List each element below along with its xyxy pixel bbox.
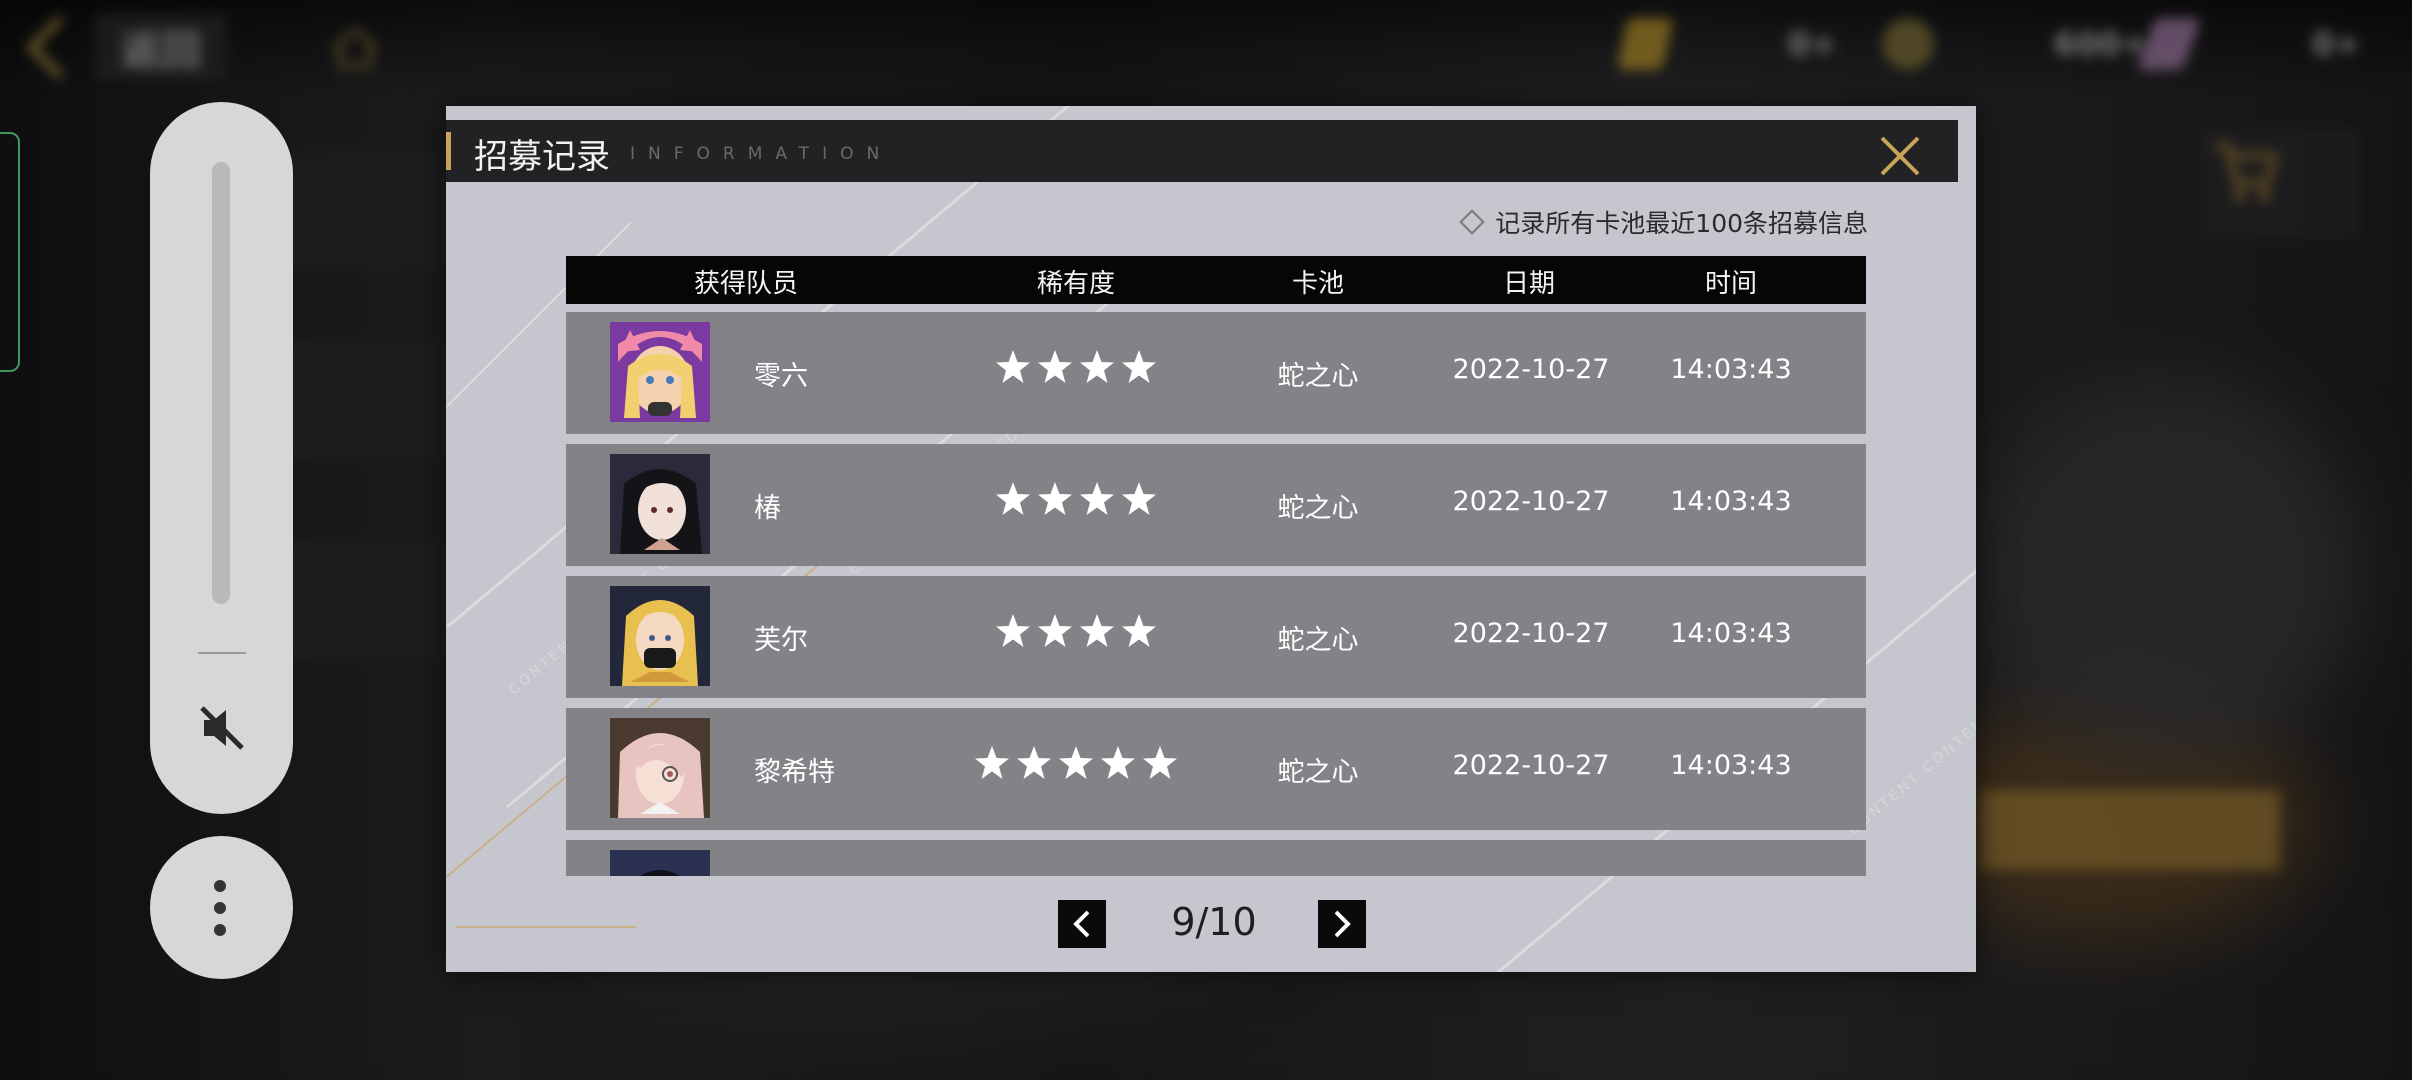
pool-name: 蛇之心: [1277, 757, 1359, 788]
dialog-title: 招募记录: [474, 137, 610, 177]
star-icon: [975, 746, 1009, 779]
pool-name: 蛇之心: [1277, 493, 1359, 524]
chevron-right-icon: [1334, 910, 1351, 938]
star-icon: [1143, 746, 1177, 779]
star-icon: [1038, 350, 1072, 383]
star-icon: [1101, 746, 1135, 779]
star-icon: [1080, 482, 1114, 515]
star-icon: [1038, 614, 1072, 647]
avatar: [610, 850, 710, 876]
star-icon: [1038, 482, 1072, 515]
record-date: 2022-10-27: [1452, 354, 1610, 385]
next-page-button[interactable]: [1318, 900, 1366, 948]
record-time: 14:03:43: [1670, 618, 1792, 649]
more-vertical-icon: [214, 880, 228, 946]
accent-bar: [446, 132, 451, 170]
member-name: 零六: [754, 361, 808, 392]
prev-page-button[interactable]: [1058, 900, 1106, 948]
star-icon: [1080, 350, 1114, 383]
record-note: 记录所有卡池最近100条招募信息: [1459, 204, 1868, 240]
divider: [198, 652, 246, 654]
star-icon: [1122, 350, 1156, 383]
star-icon: [996, 614, 1030, 647]
table-row: 芙尔 蛇之心 2022-10-27 14:03:43: [566, 576, 1866, 698]
col-rarity: 稀有度: [1036, 269, 1116, 299]
col-time: 时间: [1704, 269, 1758, 299]
record-time: 14:03:43: [1670, 750, 1792, 781]
star-icon: [1122, 482, 1156, 515]
mute-icon[interactable]: [194, 700, 250, 756]
member-name: 黎希特: [754, 757, 835, 788]
record-time: 14:03:43: [1670, 486, 1792, 517]
table-row: 椿 蛇之心 2022-10-27 14:03:43: [566, 444, 1866, 566]
col-date: 日期: [1502, 269, 1556, 299]
volume-slider[interactable]: [212, 162, 230, 604]
edge-panel-handle[interactable]: [0, 132, 20, 372]
table-header: 获得队员 稀有度 卡池 日期 时间: [566, 256, 1866, 304]
member-name: 椿: [754, 493, 781, 524]
avatar: [610, 718, 710, 818]
chevron-left-icon: [1073, 910, 1090, 938]
table-row: 零六 蛇之心 2022-10-27 14:03:43: [566, 312, 1866, 434]
dialog-subtitle: INFORMATION: [630, 144, 893, 164]
star-icon: [996, 482, 1030, 515]
record-time: 14:03:43: [1670, 354, 1792, 385]
table-row: [566, 840, 1866, 876]
more-options-button[interactable]: [150, 836, 293, 979]
pool-name: 蛇之心: [1277, 361, 1359, 392]
record-list[interactable]: 零六 蛇之心 2022-10-27 14:03:43 椿 蛇之心 2022-10…: [566, 312, 1866, 876]
star-icon: [1059, 746, 1093, 779]
page-indicator: 9/10: [1171, 900, 1257, 944]
volume-panel[interactable]: [150, 102, 293, 814]
dialog-header: 招募记录 INFORMATION: [446, 120, 1958, 182]
star-icon: [1122, 614, 1156, 647]
avatar: [610, 586, 710, 686]
recruitment-record-dialog: CONTENT CONTENT CONTENT CONTENT CONTENT …: [446, 106, 1976, 972]
record-date: 2022-10-27: [1452, 750, 1610, 781]
col-pool: 卡池: [1291, 269, 1345, 299]
star-icon: [996, 350, 1030, 383]
avatar: [610, 454, 710, 554]
close-icon[interactable]: [1876, 132, 1924, 180]
table-row: 黎希特 蛇之心 2022-10-27 14:03:43: [566, 708, 1866, 830]
pool-name: 蛇之心: [1277, 625, 1359, 656]
record-note-text: 记录所有卡池最近100条招募信息: [1495, 209, 1868, 238]
record-date: 2022-10-27: [1452, 618, 1610, 649]
star-icon: [1017, 746, 1051, 779]
diamond-icon: [1459, 209, 1486, 235]
star-icon: [1080, 614, 1114, 647]
avatar: [610, 322, 710, 422]
col-member: 获得队员: [693, 269, 799, 299]
record-date: 2022-10-27: [1452, 486, 1610, 517]
member-name: 芙尔: [754, 625, 808, 656]
